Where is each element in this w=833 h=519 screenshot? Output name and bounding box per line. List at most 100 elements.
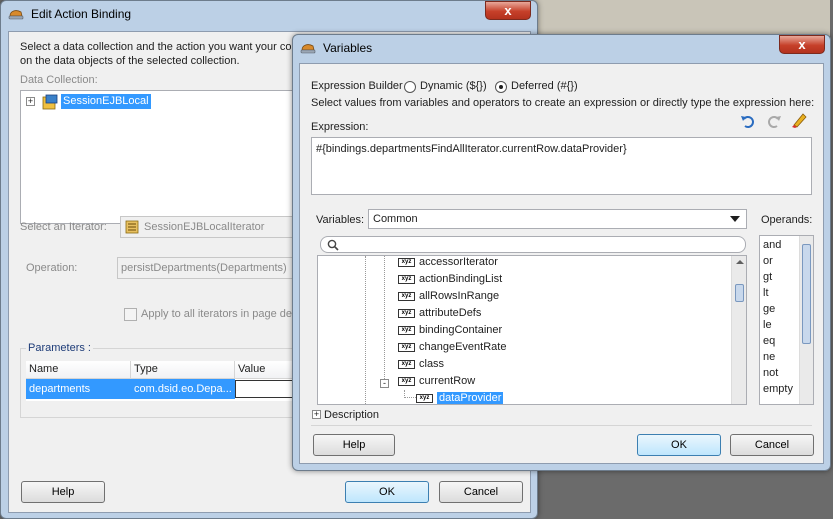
variable-node-icon: xyz — [398, 308, 415, 318]
variable-node-icon: xyz — [398, 291, 415, 301]
tree-guide-line — [404, 390, 416, 398]
redo-icon[interactable] — [766, 113, 782, 129]
operation-select: persistDepartments(Departments) — [117, 257, 300, 279]
iterator-icon — [125, 220, 139, 234]
parameters-table: Name Type Value departments com.dsid.eo.… — [26, 361, 316, 401]
operand-item[interactable]: not — [763, 367, 778, 379]
clear-eraser-icon[interactable] — [791, 112, 807, 128]
ok-button[interactable]: OK — [637, 434, 721, 456]
operands-label: Operands: — [761, 214, 813, 226]
apply-all-checkbox — [124, 308, 137, 321]
divider — [311, 425, 812, 426]
operand-item[interactable]: ne — [763, 351, 775, 363]
expression-label: Expression: — [311, 121, 369, 133]
expand-icon[interactable]: + — [26, 97, 35, 106]
variable-node-icon: xyz — [398, 376, 415, 386]
selected-item-label: dataProvider — [437, 392, 504, 404]
parameters-legend: Parameters : — [26, 342, 93, 354]
search-input[interactable] — [320, 236, 746, 253]
data-collection-tree[interactable]: + SessionEJBLocal — [20, 90, 300, 224]
radio-deferred-label[interactable]: Deferred (#{}) — [511, 80, 578, 92]
scroll-up-icon[interactable] — [736, 260, 744, 264]
variables-titlebar[interactable]: Variables x — [293, 35, 830, 61]
variable-node-icon: xyz — [398, 274, 415, 284]
iterator-label: Select an Iterator: — [20, 221, 107, 233]
tree-item-action-binding-list[interactable]: xyz actionBindingList — [398, 273, 502, 290]
tree-item-class[interactable]: xyz class — [398, 358, 444, 375]
tree-scrollbar[interactable] — [731, 256, 746, 404]
description-label[interactable]: Description — [324, 409, 379, 421]
undo-icon[interactable] — [740, 113, 756, 129]
tree-guide-line — [365, 256, 366, 404]
param-name-cell[interactable]: departments — [26, 379, 131, 399]
tree-item-attribute-defs[interactable]: xyz attributeDefs — [398, 307, 481, 324]
operands-list[interactable]: and or gt lt ge le eq ne not empty — [759, 235, 814, 405]
operand-item[interactable]: eq — [763, 335, 775, 347]
hint-text: Select values from variables and operato… — [311, 97, 815, 109]
instructions-line-1: Select a data collection and the action … — [20, 41, 292, 53]
scroll-thumb[interactable] — [802, 244, 811, 344]
instructions-line-2: on the data objects of the selected coll… — [20, 55, 240, 67]
expression-value: #{bindings.departmentsFindAllIterator.cu… — [316, 143, 627, 155]
app-icon — [8, 10, 24, 20]
radio-deferred[interactable] — [495, 81, 507, 93]
help-button[interactable]: Help — [21, 481, 105, 503]
operands-scrollbar[interactable] — [799, 236, 813, 404]
variables-select[interactable]: Common — [368, 209, 747, 229]
cancel-button[interactable]: Cancel — [730, 434, 814, 456]
variables-client: Expression Builder Dynamic (${}) Deferre… — [299, 63, 824, 464]
operation-value: persistDepartments(Departments) — [121, 262, 287, 274]
variable-node-icon: xyz — [398, 325, 415, 335]
operand-item[interactable]: empty — [763, 383, 793, 395]
cancel-button[interactable]: Cancel — [439, 481, 523, 503]
close-button[interactable]: x — [779, 35, 825, 54]
variable-node-icon: xyz — [398, 359, 415, 369]
dialog-title: Edit Action Binding — [31, 7, 132, 21]
tree-item-data-provider[interactable]: xyz dataProvider — [416, 392, 504, 404]
tree-guide-line — [384, 256, 385, 381]
data-collection-label: Data Collection: — [20, 74, 98, 86]
data-control-icon — [42, 94, 58, 110]
param-col-type[interactable]: Type — [131, 361, 235, 379]
variables-dialog: Variables x Expression Builder Dynamic (… — [292, 34, 831, 471]
operand-item[interactable]: and — [763, 239, 781, 251]
operation-label: Operation: — [26, 262, 78, 274]
variables-tree[interactable]: xyz accessorIterator xyz actionBindingList… — [317, 255, 747, 405]
variable-node-icon: xyz — [398, 257, 415, 267]
app-icon — [300, 44, 316, 54]
scroll-thumb[interactable] — [735, 284, 744, 302]
apply-all-label: Apply to all iterators in page de — [141, 308, 293, 320]
help-button[interactable]: Help — [313, 434, 395, 456]
operand-item[interactable]: lt — [763, 287, 769, 299]
tree-item-binding-container[interactable]: xyz bindingContainer — [398, 324, 502, 341]
variable-node-icon: xyz — [398, 342, 415, 352]
collapse-icon[interactable]: - — [380, 379, 389, 388]
operand-item[interactable]: gt — [763, 271, 772, 283]
radio-dynamic[interactable] — [404, 81, 416, 93]
dialog-title: Variables — [323, 41, 373, 55]
table-row[interactable]: departments com.dsid.eo.Depa... — [26, 379, 316, 399]
iterator-select: SessionEJBLocalIterator — [120, 216, 300, 238]
close-button[interactable]: x — [485, 1, 531, 20]
tree-item-change-event-rate[interactable]: xyz changeEventRate — [398, 341, 506, 358]
tree-item-session-ejb-local[interactable]: SessionEJBLocal — [61, 94, 151, 109]
variables-select-value: Common — [373, 213, 418, 225]
iterator-value: SessionEJBLocalIterator — [144, 221, 265, 233]
tree-item-all-rows-in-range[interactable]: xyz allRowsInRange — [398, 290, 499, 307]
operand-item[interactable]: or — [763, 255, 773, 267]
search-icon — [327, 239, 339, 251]
description-expand-icon[interactable]: + — [312, 410, 321, 419]
expression-builder-label: Expression Builder — [311, 80, 403, 92]
chevron-down-icon[interactable] — [730, 216, 740, 222]
radio-dynamic-label[interactable]: Dynamic (${}) — [420, 80, 487, 92]
radio-deferred-dot — [499, 85, 503, 89]
expression-field[interactable]: #{bindings.departmentsFindAllIterator.cu… — [311, 137, 812, 195]
variables-label: Variables: — [316, 214, 365, 226]
tree-item-accessor-iterator[interactable]: xyz accessorIterator — [398, 256, 498, 273]
param-type-cell[interactable]: com.dsid.eo.Depa... — [131, 379, 235, 399]
param-col-name[interactable]: Name — [26, 361, 131, 379]
edit-action-binding-titlebar[interactable]: Edit Action Binding x — [1, 1, 537, 27]
operand-item[interactable]: le — [763, 319, 772, 331]
ok-button[interactable]: OK — [345, 481, 429, 503]
operand-item[interactable]: ge — [763, 303, 775, 315]
